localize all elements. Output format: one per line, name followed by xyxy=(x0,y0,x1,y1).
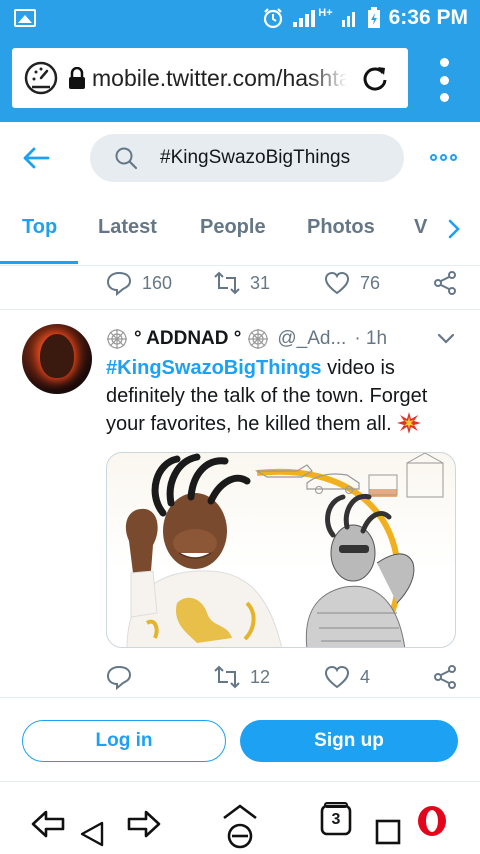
retweet-button[interactable]: 12 xyxy=(214,664,270,690)
more-options-icon[interactable] xyxy=(430,154,457,161)
tab-videos[interactable]: V xyxy=(414,216,427,239)
chevron-down-icon[interactable] xyxy=(436,332,456,346)
address-bar[interactable]: mobile.twitter.com/hashtag/KingSwazoBigT… xyxy=(12,48,408,108)
sign-up-button[interactable]: Sign up xyxy=(240,720,458,762)
clock: 6:36 PM xyxy=(388,6,468,29)
log-in-button[interactable]: Log in xyxy=(22,720,226,762)
speed-dial-icon[interactable] xyxy=(24,61,58,95)
search-header: #KingSwazoBigThings xyxy=(0,122,480,196)
share-icon xyxy=(434,271,456,295)
heart-icon xyxy=(324,271,350,295)
retweet-count: 12 xyxy=(250,666,271,687)
display-name[interactable]: ° ADDNAD ° xyxy=(134,328,241,350)
retweet-icon xyxy=(214,665,240,689)
lock-icon xyxy=(69,67,85,89)
share-icon xyxy=(434,665,456,689)
android-back-icon[interactable] xyxy=(78,820,106,848)
search-input[interactable]: #KingSwazoBigThings xyxy=(90,134,404,182)
browser-toolbar: mobile.twitter.com/hashtag/KingSwazoBigT… xyxy=(0,36,480,122)
like-button[interactable]: 4 xyxy=(324,664,370,690)
system-navigation-bar: 3 xyxy=(0,802,480,854)
recent-apps-icon[interactable] xyxy=(374,818,402,846)
tabs-count: 3 xyxy=(331,811,341,828)
status-bar: H+ 6:36 PM xyxy=(0,0,480,36)
search-tabs: Top Latest People Photos V xyxy=(0,196,480,266)
chevron-right-icon[interactable] xyxy=(446,218,462,240)
reply-count: 160 xyxy=(142,272,173,293)
back-arrow-icon[interactable] xyxy=(22,144,50,172)
browser-menu-icon[interactable] xyxy=(432,58,456,102)
previous-tweet-actions: 160 31 76 xyxy=(0,266,480,310)
reply-icon xyxy=(106,665,132,690)
active-tab-indicator xyxy=(0,261,78,264)
spiderweb-icon xyxy=(107,329,127,349)
tweet-actions: 12 4 xyxy=(0,660,480,696)
browser-back-icon[interactable] xyxy=(30,808,66,840)
tab-people[interactable]: People xyxy=(200,216,266,239)
promo-artwork xyxy=(125,453,444,647)
tweet-text: #KingSwazoBigThings video is definitely … xyxy=(106,354,456,438)
like-count: 76 xyxy=(360,272,381,293)
reply-icon xyxy=(106,271,132,296)
like-count: 4 xyxy=(360,666,371,687)
image-notification-icon xyxy=(14,9,36,27)
avatar[interactable] xyxy=(22,324,92,394)
search-icon xyxy=(115,147,138,170)
tweet-media-image[interactable] xyxy=(106,452,456,648)
network-type: H+ xyxy=(318,6,333,19)
heart-icon xyxy=(324,665,350,689)
user-handle[interactable]: @_Ad... xyxy=(277,328,346,350)
reply-button[interactable] xyxy=(106,664,132,690)
retweet-count: 31 xyxy=(250,272,271,293)
retweet-button[interactable]: 31 xyxy=(214,270,270,296)
reply-button[interactable]: 160 xyxy=(106,270,172,296)
spiderweb-icon xyxy=(248,329,269,349)
signal-icon xyxy=(293,10,316,27)
tweet-card[interactable]: ° ADDNAD ° @_Ad... · 1h #KingSwazoBigThi… xyxy=(0,310,480,698)
tab-latest[interactable]: Latest xyxy=(98,216,157,239)
search-query: #KingSwazoBigThings xyxy=(160,147,351,168)
tabs-switcher-button[interactable]: 3 xyxy=(318,802,354,838)
share-button[interactable] xyxy=(432,664,458,690)
opera-menu-icon[interactable] xyxy=(416,804,448,838)
tweet-time[interactable]: · 1h xyxy=(354,328,387,350)
browser-forward-icon[interactable] xyxy=(126,808,162,840)
share-button[interactable] xyxy=(432,270,458,296)
alarm-icon xyxy=(264,8,283,29)
signal-icon-2 xyxy=(341,12,355,27)
url-text[interactable]: mobile.twitter.com/hashtag/KingSwazoBigT… xyxy=(92,65,347,92)
reload-icon[interactable] xyxy=(361,64,389,92)
tab-photos[interactable]: Photos xyxy=(307,216,375,239)
retweet-icon xyxy=(214,271,240,295)
collision-emoji-icon xyxy=(397,412,422,434)
tweet-header: ° ADDNAD ° @_Ad... · 1h xyxy=(106,326,466,352)
tab-top[interactable]: Top xyxy=(22,216,57,239)
battery-icon xyxy=(367,7,380,28)
hashtag-link[interactable]: #KingSwazoBigThings xyxy=(106,357,322,379)
home-icon[interactable] xyxy=(220,802,260,850)
auth-bar: Log in Sign up xyxy=(0,698,480,782)
like-button[interactable]: 76 xyxy=(324,270,380,296)
